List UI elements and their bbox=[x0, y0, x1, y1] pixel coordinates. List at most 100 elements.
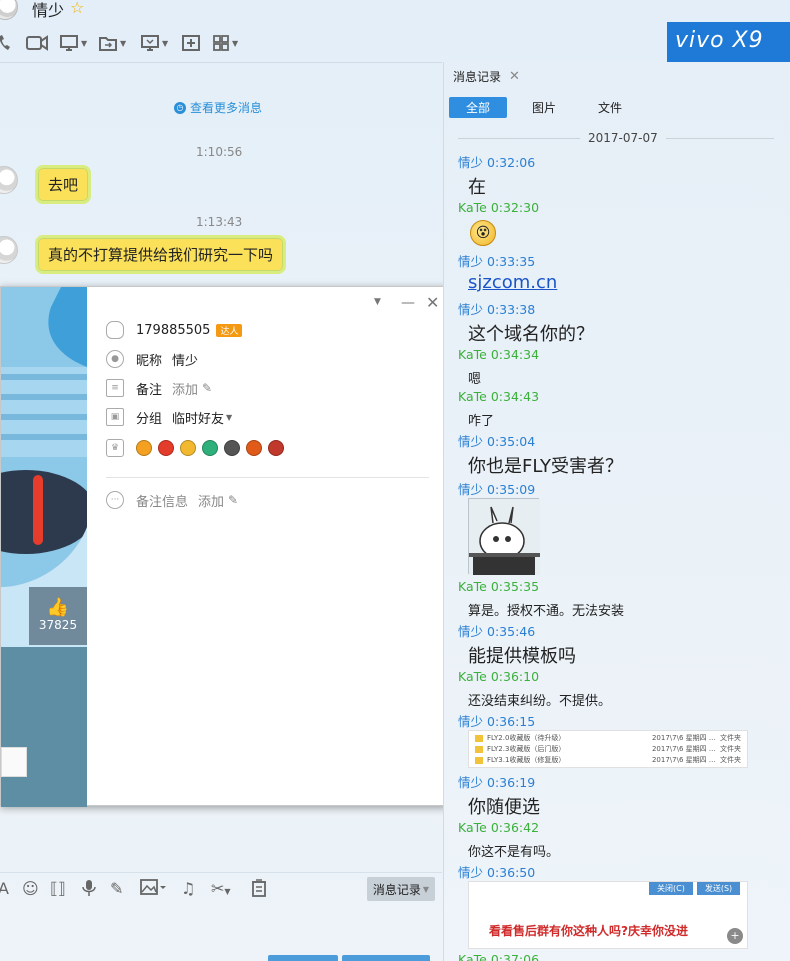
message-timestamp: 1:10:56 bbox=[196, 145, 243, 159]
chat-screenshot-image[interactable]: 关闭(C) 发送(S) 看看售后群有你这种人吗?庆幸你没进 + bbox=[468, 881, 748, 949]
apps-icon[interactable]: ▼ bbox=[213, 33, 238, 53]
emblems-row: ♛ bbox=[106, 437, 290, 459]
phone-icon[interactable] bbox=[0, 33, 10, 53]
message-bubble[interactable]: 去吧 bbox=[35, 165, 92, 204]
history-entry-text[interactable]: 你随便选 bbox=[468, 793, 540, 819]
view-more-messages-label: 查看更多消息 bbox=[190, 101, 263, 115]
screen-share-icon[interactable]: ▼ bbox=[60, 33, 87, 53]
history-entry-header: 情少 0:35:04 bbox=[458, 434, 536, 449]
draw-icon[interactable]: ✎ bbox=[110, 879, 123, 898]
clear-icon[interactable] bbox=[251, 879, 267, 901]
profile-cover-image bbox=[1, 287, 87, 807]
filter-tab-files[interactable]: 文件 bbox=[586, 97, 634, 118]
chevron-down-icon[interactable]: ▼ bbox=[374, 297, 381, 307]
history-entry-header: KaTe 0:36:42 bbox=[458, 820, 540, 835]
message-history-button-label: 消息记录 bbox=[372, 882, 421, 897]
screenshot-icon[interactable]: ✂▼ bbox=[211, 879, 231, 898]
remote-desktop-icon[interactable]: ▼ bbox=[141, 33, 168, 53]
remark-add-link[interactable]: 添加 bbox=[172, 379, 198, 398]
history-entry-header: 情少 0:33:38 bbox=[458, 302, 536, 317]
group-label: 分组 bbox=[136, 411, 163, 427]
group-select[interactable]: 临时好友 bbox=[172, 408, 224, 427]
minimize-icon[interactable]: — bbox=[401, 295, 415, 311]
history-entry-header: KaTe 0:34:43 bbox=[458, 389, 540, 404]
emblem-icon[interactable] bbox=[202, 440, 218, 456]
shake-icon[interactable]: ⟦⟧ bbox=[50, 879, 66, 898]
emblem-icon[interactable] bbox=[180, 440, 196, 456]
message-history-button[interactable]: 消息记录 ▼ bbox=[367, 877, 435, 901]
nickname-value: 情少 bbox=[172, 353, 199, 369]
cover-text-field[interactable] bbox=[1, 747, 27, 777]
like-counter[interactable]: 👍 37825 bbox=[29, 587, 87, 645]
remark-info-row: ··· 备注信息 添加 ✎ bbox=[106, 489, 238, 511]
remark-icon: ≡ bbox=[106, 379, 124, 397]
history-entry-text[interactable]: 这个域名你的？ bbox=[468, 320, 594, 346]
emoji-icon[interactable]: ☺ bbox=[22, 879, 39, 898]
emblem-icon[interactable] bbox=[158, 440, 174, 456]
sticker-image[interactable] bbox=[468, 498, 540, 575]
group-row: ▣ 分组 临时好友 ▼ bbox=[106, 406, 232, 428]
image-icon[interactable] bbox=[140, 879, 166, 899]
voice-icon[interactable] bbox=[82, 879, 96, 901]
penguin-icon bbox=[106, 321, 124, 339]
zoom-icon[interactable]: + bbox=[727, 928, 743, 944]
font-icon[interactable]: A bbox=[0, 879, 9, 898]
qq-number[interactable]: 179885505 bbox=[136, 323, 210, 338]
vivo-ad-banner[interactable]: vivo X9 bbox=[667, 22, 790, 62]
history-entry-text[interactable]: 还没结束纠纷。不提供。 bbox=[468, 690, 611, 709]
message-bubble[interactable]: 真的不打算提供给我们研究一下吗 bbox=[35, 235, 287, 274]
nickname-label: 昵称 bbox=[136, 353, 163, 369]
expert-badge[interactable]: 达人 bbox=[216, 323, 243, 337]
emblem-icon[interactable] bbox=[268, 440, 284, 456]
history-entry-text[interactable]: 能提供模板吗 bbox=[468, 642, 576, 668]
history-entry-text[interactable]: 咋了 bbox=[468, 410, 494, 429]
chevron-down-icon[interactable]: ▼ bbox=[226, 413, 232, 422]
star-icon: ☆ bbox=[70, 0, 85, 17]
view-more-messages-link[interactable]: ◷ 查看更多消息 bbox=[174, 99, 262, 116]
send-button[interactable] bbox=[342, 955, 430, 961]
crown-icon: ♛ bbox=[106, 439, 124, 457]
music-icon[interactable]: ♫ bbox=[181, 879, 195, 898]
thumbs-up-icon: 👍 bbox=[46, 597, 70, 618]
history-entry-header: 情少 0:36:19 bbox=[458, 775, 536, 790]
history-entry-link[interactable]: sjzcom.cn bbox=[468, 272, 557, 293]
qq-number-row: 179885505 达人 bbox=[106, 319, 243, 341]
clock-icon: ◷ bbox=[174, 101, 186, 114]
remark-info-add-link[interactable]: 添加 bbox=[198, 491, 224, 510]
emoji-sticker[interactable]: 😵 bbox=[470, 220, 496, 246]
file-transfer-icon[interactable]: ▼ bbox=[99, 33, 126, 53]
history-entry-text[interactable]: 你这不是有吗。 bbox=[468, 841, 559, 860]
pencil-icon[interactable]: ✎ bbox=[202, 381, 212, 395]
nickname-row: ● 昵称 情少 bbox=[106, 348, 198, 370]
contact-name[interactable]: 情少 bbox=[32, 0, 64, 21]
profile-card: 👍 37825 ▼ — ✕ 179885505 达人 ● 昵称 情少 ≡ 备注 … bbox=[0, 286, 448, 807]
close-icon[interactable]: ✕ bbox=[509, 69, 520, 84]
emblem-icon[interactable] bbox=[224, 440, 240, 456]
group-icon: ▣ bbox=[106, 408, 124, 426]
add-icon[interactable] bbox=[182, 33, 200, 53]
close-button[interactable] bbox=[268, 955, 338, 961]
video-icon[interactable] bbox=[26, 33, 48, 53]
tab-message-history[interactable]: 消息记录 ✕ bbox=[445, 64, 527, 90]
remark-label: 备注 bbox=[136, 382, 163, 398]
screenshot-close-button: 关闭(C) bbox=[649, 882, 693, 895]
user-icon: ● bbox=[106, 350, 124, 368]
history-entry-header: KaTe 0:32:30 bbox=[458, 200, 540, 215]
history-entry-header: 情少 0:36:15 bbox=[458, 714, 536, 729]
emblem-icon[interactable] bbox=[136, 440, 152, 456]
history-entry-text[interactable]: 在 bbox=[468, 173, 486, 199]
more-icon: ··· bbox=[106, 491, 124, 509]
history-entry-text[interactable]: 你也是FLY受害者？ bbox=[468, 452, 623, 478]
screenshot-text: 看看售后群有你这种人吗?庆幸你没进 bbox=[489, 924, 688, 938]
history-entry-header: 情少 0:36:50 bbox=[458, 865, 536, 880]
history-entry-text[interactable]: 算是。授权不通。无法安装 bbox=[468, 600, 624, 619]
history-entry-text[interactable]: 嗯 bbox=[468, 368, 481, 387]
filter-tab-images[interactable]: 图片 bbox=[520, 97, 568, 118]
emblem-icon[interactable] bbox=[246, 440, 262, 456]
pencil-icon[interactable]: ✎ bbox=[228, 493, 238, 507]
history-entry-header: KaTe 0:36:10 bbox=[458, 669, 540, 684]
filter-tab-all[interactable]: 全部 bbox=[449, 97, 507, 118]
file-list-screenshot[interactable]: FLY2.0收藏版（待升级） 2017\7\6 星期四 ... 文件夹 FLY2.… bbox=[468, 730, 748, 768]
close-icon[interactable]: ✕ bbox=[426, 293, 439, 312]
history-entry-header: 情少 0:35:46 bbox=[458, 624, 536, 639]
